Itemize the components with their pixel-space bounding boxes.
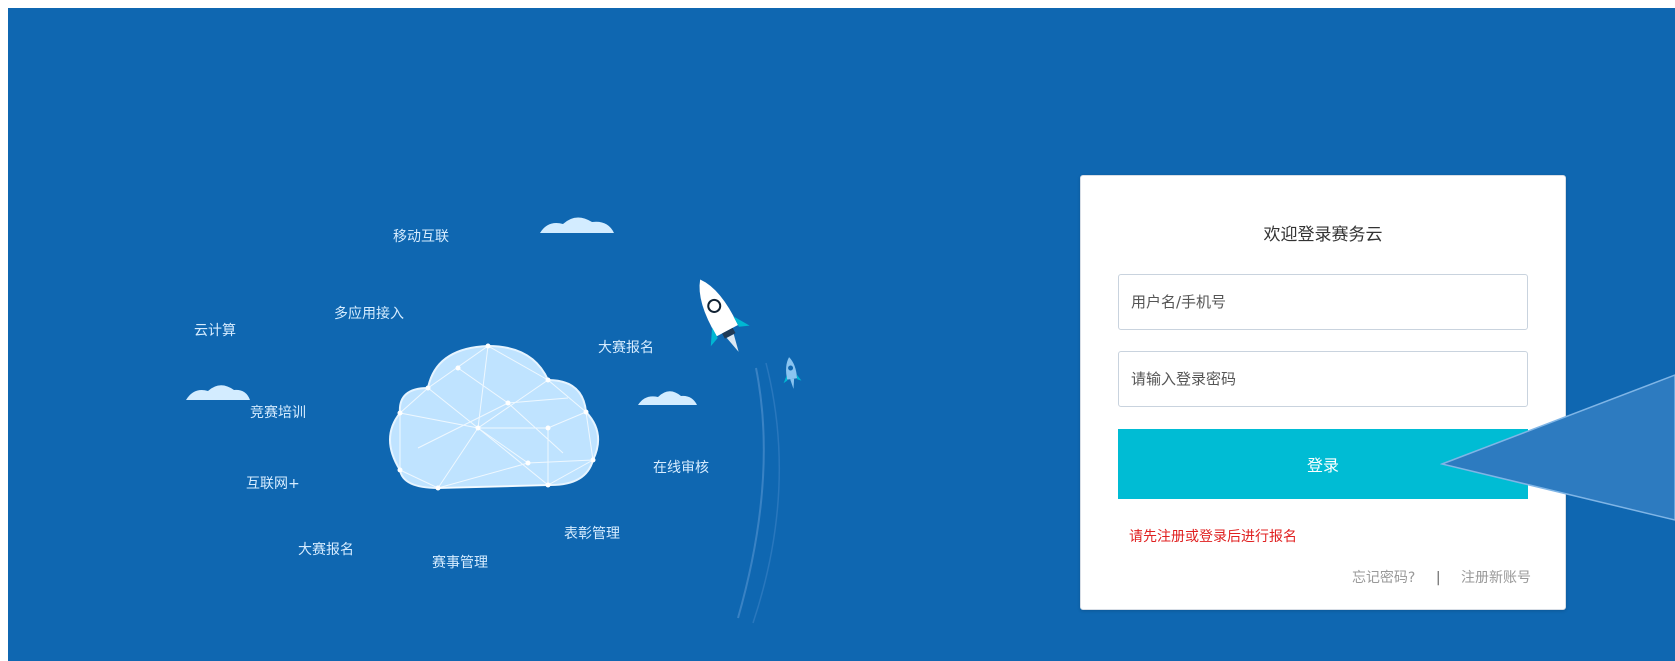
small-cloud-icon xyxy=(638,391,697,405)
label-competition-training: 竞赛培训 xyxy=(250,405,306,421)
username-input[interactable] xyxy=(1118,274,1528,330)
account-links: 忘记密码? | 注册新账号 xyxy=(1352,567,1531,587)
network-cloud-icon xyxy=(389,343,600,491)
label-award-management: 表彰管理 xyxy=(564,526,620,542)
small-cloud-icon xyxy=(186,385,250,400)
label-cloud-computing: 云计算 xyxy=(194,323,236,339)
label-multi-app: 多应用接入 xyxy=(334,306,404,322)
callout-pointer xyxy=(1440,374,1675,521)
rocket-icon xyxy=(783,357,802,389)
forgot-password-link[interactable]: 忘记密码? xyxy=(1352,570,1415,586)
login-title: 欢迎登录赛务云 xyxy=(1263,225,1383,245)
label-internet-plus: 互联网+ xyxy=(246,476,300,492)
link-separator: | xyxy=(1435,570,1441,586)
rocket-icon xyxy=(699,279,750,352)
label-online-review: 在线审核 xyxy=(653,460,709,476)
label-contest-signup: 大赛报名 xyxy=(598,340,654,356)
small-cloud-icon xyxy=(540,217,614,233)
register-link[interactable]: 注册新账号 xyxy=(1461,570,1531,586)
hero-banner: 移动互联 多应用接入 云计算 大赛报名 竞赛培训 在线审核 互联网+ 表彰管理 … xyxy=(8,8,1675,661)
label-event-management: 赛事管理 xyxy=(432,555,488,571)
label-contest-signup-bottom: 大赛报名 xyxy=(298,542,354,558)
label-mobile-internet: 移动互联 xyxy=(393,229,449,245)
register-notice: 请先注册或登录后进行报名 xyxy=(1129,529,1297,545)
